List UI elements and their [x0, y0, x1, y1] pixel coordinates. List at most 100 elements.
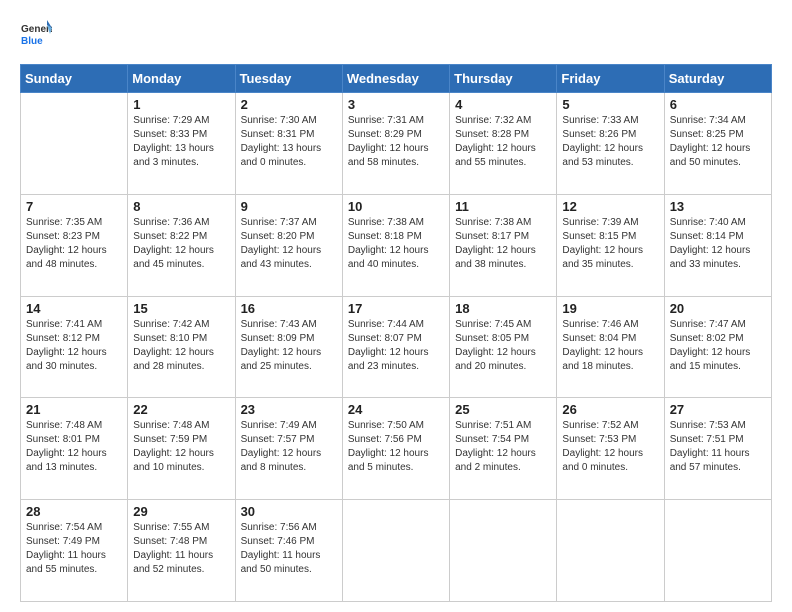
calendar-cell: 12 Sunrise: 7:39 AMSunset: 8:15 PMDayligh… — [557, 194, 664, 296]
day-number: 1 — [133, 97, 229, 112]
cell-info: Sunrise: 7:30 AMSunset: 8:31 PMDaylight:… — [241, 114, 337, 170]
calendar-cell: 11 Sunrise: 7:38 AMSunset: 8:17 PMDayligh… — [450, 194, 557, 296]
cell-info: Sunrise: 7:49 AMSunset: 7:57 PMDaylight:… — [241, 419, 337, 475]
calendar-cell: 5 Sunrise: 7:33 AMSunset: 8:26 PMDaylight… — [557, 93, 664, 195]
day-number: 5 — [562, 97, 658, 112]
cell-info: Sunrise: 7:41 AMSunset: 8:12 PMDaylight:… — [26, 318, 122, 374]
calendar-cell: 14 Sunrise: 7:41 AMSunset: 8:12 PMDayligh… — [21, 296, 128, 398]
day-number: 11 — [455, 199, 551, 214]
day-number: 25 — [455, 402, 551, 417]
cell-info: Sunrise: 7:45 AMSunset: 8:05 PMDaylight:… — [455, 318, 551, 374]
calendar-cell: 24Sunrise: 7:50 AMSunset: 7:56 PMDayligh… — [342, 398, 449, 500]
calendar-cell: 7 Sunrise: 7:35 AMSunset: 8:23 PMDaylight… — [21, 194, 128, 296]
calendar-cell — [21, 93, 128, 195]
day-number: 19 — [562, 301, 658, 316]
weekday-header-sunday: Sunday — [21, 65, 128, 93]
calendar-week-row: 21 Sunrise: 7:48 AMSunset: 8:01 PMDayligh… — [21, 398, 772, 500]
day-number: 27 — [670, 402, 766, 417]
calendar-cell: 13 Sunrise: 7:40 AMSunset: 8:14 PMDayligh… — [664, 194, 771, 296]
weekday-header-thursday: Thursday — [450, 65, 557, 93]
cell-info: Sunrise: 7:32 AMSunset: 8:28 PMDaylight:… — [455, 114, 551, 170]
cell-info: Sunrise: 7:47 AMSunset: 8:02 PMDaylight:… — [670, 318, 766, 374]
cell-info: Sunrise: 7:38 AMSunset: 8:17 PMDaylight:… — [455, 216, 551, 272]
cell-info: Sunrise: 7:48 AMSunset: 8:01 PMDaylight:… — [26, 419, 122, 475]
calendar-week-row: 7 Sunrise: 7:35 AMSunset: 8:23 PMDaylight… — [21, 194, 772, 296]
calendar-cell: 28Sunrise: 7:54 AMSunset: 7:49 PMDayligh… — [21, 500, 128, 602]
calendar-cell: 17 Sunrise: 7:44 AMSunset: 8:07 PMDayligh… — [342, 296, 449, 398]
page-header: General Blue — [20, 18, 772, 54]
cell-info: Sunrise: 7:52 AMSunset: 7:53 PMDaylight:… — [562, 419, 658, 475]
day-number: 10 — [348, 199, 444, 214]
cell-info: Sunrise: 7:34 AMSunset: 8:25 PMDaylight:… — [670, 114, 766, 170]
day-number: 8 — [133, 199, 229, 214]
weekday-header-wednesday: Wednesday — [342, 65, 449, 93]
day-number: 3 — [348, 97, 444, 112]
calendar-cell: 8 Sunrise: 7:36 AMSunset: 8:22 PMDaylight… — [128, 194, 235, 296]
day-number: 13 — [670, 199, 766, 214]
day-number: 12 — [562, 199, 658, 214]
cell-info: Sunrise: 7:39 AMSunset: 8:15 PMDaylight:… — [562, 216, 658, 272]
cell-info: Sunrise: 7:56 AMSunset: 7:46 PMDaylight:… — [241, 521, 337, 577]
cell-info: Sunrise: 7:33 AMSunset: 8:26 PMDaylight:… — [562, 114, 658, 170]
cell-info: Sunrise: 7:36 AMSunset: 8:22 PMDaylight:… — [133, 216, 229, 272]
calendar-cell: 1 Sunrise: 7:29 AMSunset: 8:33 PMDaylight… — [128, 93, 235, 195]
calendar-cell: 16 Sunrise: 7:43 AMSunset: 8:09 PMDayligh… — [235, 296, 342, 398]
cell-info: Sunrise: 7:53 AMSunset: 7:51 PMDaylight:… — [670, 419, 766, 475]
calendar-cell — [342, 500, 449, 602]
cell-info: Sunrise: 7:51 AMSunset: 7:54 PMDaylight:… — [455, 419, 551, 475]
day-number: 18 — [455, 301, 551, 316]
day-number: 7 — [26, 199, 122, 214]
cell-info: Sunrise: 7:40 AMSunset: 8:14 PMDaylight:… — [670, 216, 766, 272]
calendar-cell: 19 Sunrise: 7:46 AMSunset: 8:04 PMDayligh… — [557, 296, 664, 398]
logo-graphic: General Blue — [20, 18, 52, 54]
day-number: 4 — [455, 97, 551, 112]
calendar-cell: 26Sunrise: 7:52 AMSunset: 7:53 PMDayligh… — [557, 398, 664, 500]
calendar-cell — [664, 500, 771, 602]
day-number: 6 — [670, 97, 766, 112]
calendar-week-row: 14 Sunrise: 7:41 AMSunset: 8:12 PMDayligh… — [21, 296, 772, 398]
day-number: 22 — [133, 402, 229, 417]
svg-text:Blue: Blue — [21, 36, 43, 47]
calendar-header-row: SundayMondayTuesdayWednesdayThursdayFrid… — [21, 65, 772, 93]
calendar-cell: 18 Sunrise: 7:45 AMSunset: 8:05 PMDayligh… — [450, 296, 557, 398]
day-number: 23 — [241, 402, 337, 417]
calendar-cell: 20 Sunrise: 7:47 AMSunset: 8:02 PMDayligh… — [664, 296, 771, 398]
cell-info: Sunrise: 7:48 AMSunset: 7:59 PMDaylight:… — [133, 419, 229, 475]
day-number: 21 — [26, 402, 122, 417]
calendar-week-row: 28Sunrise: 7:54 AMSunset: 7:49 PMDayligh… — [21, 500, 772, 602]
calendar-cell: 29 Sunrise: 7:55 AMSunset: 7:48 PMDayligh… — [128, 500, 235, 602]
day-number: 30 — [241, 504, 337, 519]
day-number: 9 — [241, 199, 337, 214]
day-number: 20 — [670, 301, 766, 316]
day-number: 14 — [26, 301, 122, 316]
calendar-cell: 21 Sunrise: 7:48 AMSunset: 8:01 PMDayligh… — [21, 398, 128, 500]
calendar-cell — [557, 500, 664, 602]
day-number: 16 — [241, 301, 337, 316]
calendar-cell: 27 Sunrise: 7:53 AMSunset: 7:51 PMDayligh… — [664, 398, 771, 500]
calendar-cell: 10 Sunrise: 7:38 AMSunset: 8:18 PMDayligh… — [342, 194, 449, 296]
cell-info: Sunrise: 7:54 AMSunset: 7:49 PMDaylight:… — [26, 521, 122, 577]
day-number: 17 — [348, 301, 444, 316]
weekday-header-saturday: Saturday — [664, 65, 771, 93]
cell-info: Sunrise: 7:55 AMSunset: 7:48 PMDaylight:… — [133, 521, 229, 577]
cell-info: Sunrise: 7:37 AMSunset: 8:20 PMDaylight:… — [241, 216, 337, 272]
calendar-cell: 6 Sunrise: 7:34 AMSunset: 8:25 PMDaylight… — [664, 93, 771, 195]
calendar-cell: 9 Sunrise: 7:37 AMSunset: 8:20 PMDaylight… — [235, 194, 342, 296]
cell-info: Sunrise: 7:46 AMSunset: 8:04 PMDaylight:… — [562, 318, 658, 374]
day-number: 15 — [133, 301, 229, 316]
calendar-week-row: 1 Sunrise: 7:29 AMSunset: 8:33 PMDaylight… — [21, 93, 772, 195]
cell-info: Sunrise: 7:38 AMSunset: 8:18 PMDaylight:… — [348, 216, 444, 272]
weekday-header-tuesday: Tuesday — [235, 65, 342, 93]
cell-info: Sunrise: 7:43 AMSunset: 8:09 PMDaylight:… — [241, 318, 337, 374]
cell-info: Sunrise: 7:35 AMSunset: 8:23 PMDaylight:… — [26, 216, 122, 272]
calendar-cell: 30 Sunrise: 7:56 AMSunset: 7:46 PMDayligh… — [235, 500, 342, 602]
cell-info: Sunrise: 7:44 AMSunset: 8:07 PMDaylight:… — [348, 318, 444, 374]
calendar-cell — [450, 500, 557, 602]
cell-info: Sunrise: 7:29 AMSunset: 8:33 PMDaylight:… — [133, 114, 229, 170]
day-number: 29 — [133, 504, 229, 519]
weekday-header-monday: Monday — [128, 65, 235, 93]
day-number: 2 — [241, 97, 337, 112]
calendar-table: SundayMondayTuesdayWednesdayThursdayFrid… — [20, 64, 772, 602]
calendar-cell: 2 Sunrise: 7:30 AMSunset: 8:31 PMDaylight… — [235, 93, 342, 195]
calendar-cell: 3Sunrise: 7:31 AMSunset: 8:29 PMDaylight… — [342, 93, 449, 195]
